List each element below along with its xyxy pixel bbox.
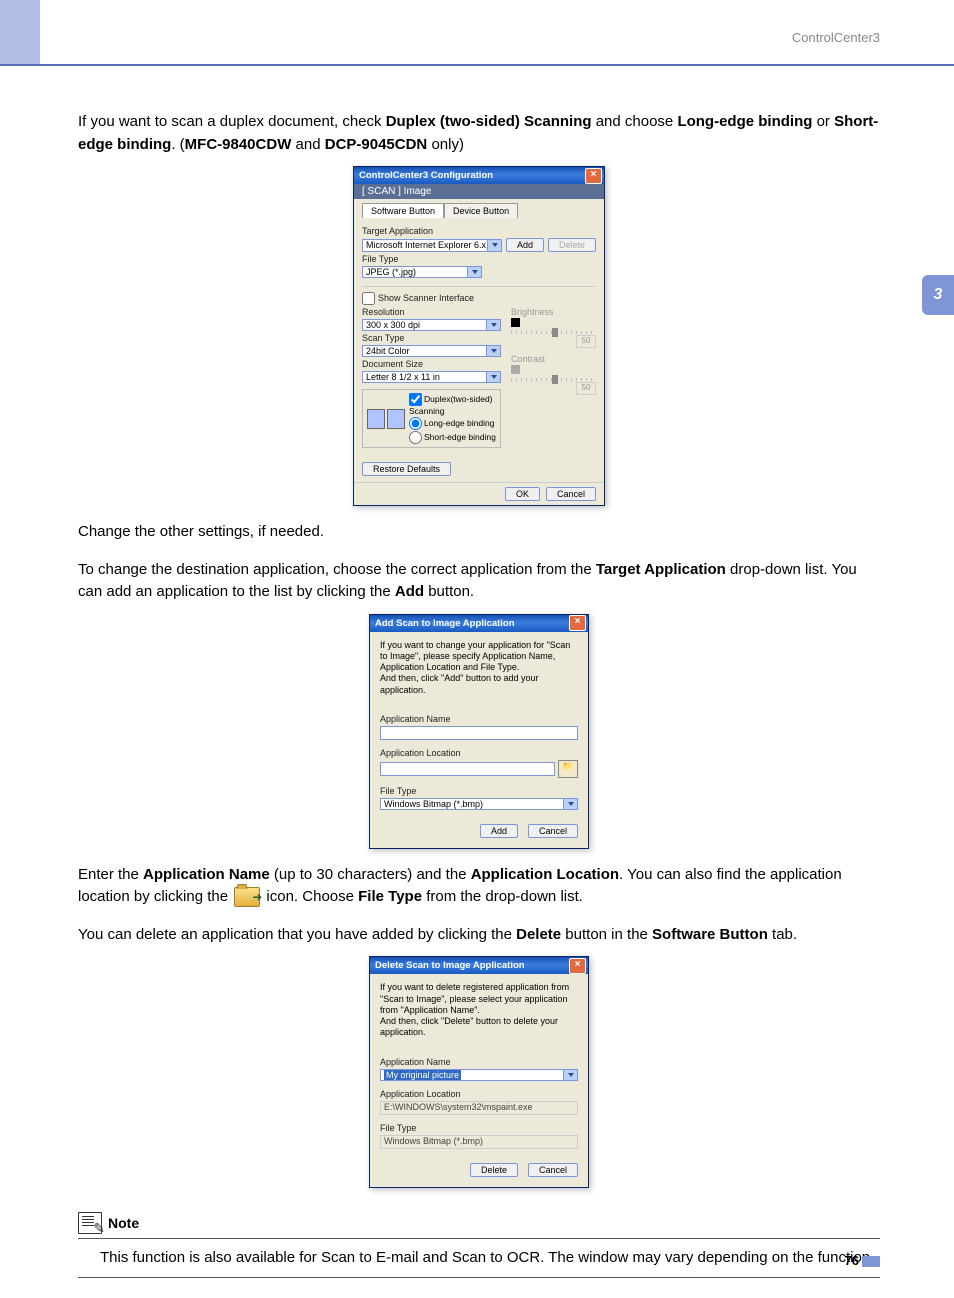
brightness-label: Brightness (511, 307, 596, 317)
delete-button[interactable]: Delete (470, 1163, 518, 1177)
app-location-label: Application Location (380, 748, 578, 758)
brightness-slider[interactable] (511, 331, 596, 334)
tab-software-button[interactable]: Software Button (362, 203, 444, 218)
config-subtitle: [ SCAN ] Image (354, 184, 604, 199)
delete-button: Delete (548, 238, 596, 252)
file-type-label: File Type (362, 254, 596, 264)
long-edge-radio[interactable]: Long-edge binding (409, 417, 496, 430)
note-icon (78, 1212, 102, 1234)
duplex-thumb-icon (367, 409, 385, 429)
sidebar-accent (0, 0, 40, 64)
file-type-value: Windows Bitmap (*.bmp) (380, 1135, 578, 1149)
note-block: Note This function is also available for… (78, 1212, 880, 1279)
file-type-label: File Type (380, 786, 578, 796)
app-name-select[interactable]: My original picture (380, 1069, 578, 1081)
app-location-value: E:\WINDOWS\system32\mspaint.exe (380, 1101, 578, 1115)
resolution-label: Resolution (362, 307, 501, 317)
scan-type-select[interactable]: 24bit Color (362, 345, 501, 357)
contrast-slider[interactable] (511, 378, 596, 381)
restore-defaults-button[interactable]: Restore Defaults (362, 462, 451, 476)
add-button[interactable]: Add (480, 824, 518, 838)
file-type-select[interactable]: JPEG (*.jpg) (362, 266, 482, 278)
chapter-tab: 3 (922, 275, 954, 315)
add-dialog-msg: If you want to change your application f… (380, 640, 578, 710)
app-name-label: Application Name (380, 714, 578, 724)
scan-type-label: Scan Type (362, 333, 501, 343)
tab-device-button[interactable]: Device Button (444, 203, 518, 218)
browse-icon[interactable]: 📁 (558, 760, 578, 778)
delete-dialog-msg: If you want to delete registered applica… (380, 982, 578, 1052)
delete-app-dialog: Delete Scan to Image Application × If yo… (369, 956, 589, 1187)
para-delete: You can delete an application that you h… (78, 924, 880, 947)
app-name-label: Application Name (380, 1057, 578, 1067)
app-location-input[interactable] (380, 762, 555, 776)
app-location-label: Application Location (380, 1089, 578, 1099)
section-header: ControlCenter3 (40, 0, 954, 64)
delete-dialog-title: Delete Scan to Image Application (375, 960, 525, 971)
cancel-button[interactable]: Cancel (546, 487, 596, 501)
para-duplex: If you want to scan a duplex document, c… (78, 111, 880, 156)
cancel-button[interactable]: Cancel (528, 1163, 578, 1177)
config-dialog-title: ControlCenter3 Configuration (359, 170, 493, 181)
close-icon[interactable]: × (585, 168, 602, 184)
config-dialog: ControlCenter3 Configuration × [ SCAN ] … (353, 166, 605, 506)
page-footer: 76 (845, 1253, 880, 1268)
add-button[interactable]: Add (506, 238, 544, 252)
add-app-dialog: Add Scan to Image Application × If you w… (369, 614, 589, 849)
doc-size-label: Document Size (362, 359, 501, 369)
target-app-label: Target Application (362, 226, 596, 236)
para-target-app: To change the destination application, c… (78, 559, 880, 604)
show-scanner-checkbox[interactable]: Show Scanner Interface (362, 292, 596, 305)
folder-icon (234, 887, 260, 907)
cancel-button[interactable]: Cancel (528, 824, 578, 838)
add-dialog-title: Add Scan to Image Application (375, 618, 515, 629)
resolution-select[interactable]: 300 x 300 dpi (362, 319, 501, 331)
target-app-select[interactable]: Microsoft Internet Explorer 6.x (362, 239, 502, 252)
file-type-label: File Type (380, 1123, 578, 1133)
close-icon[interactable]: × (569, 958, 586, 974)
close-icon[interactable]: × (569, 615, 586, 631)
para-change-settings: Change the other settings, if needed. (78, 521, 880, 544)
note-text: This function is also available for Scan… (78, 1238, 880, 1279)
note-title: Note (108, 1215, 139, 1231)
para-app-name: Enter the Application Name (up to 30 cha… (78, 864, 880, 909)
doc-size-select[interactable]: Letter 8 1/2 x 11 in (362, 371, 501, 383)
ok-button[interactable]: OK (505, 487, 540, 501)
app-name-input[interactable] (380, 726, 578, 740)
contrast-label: Contrast (511, 354, 596, 364)
duplex-checkbox[interactable]: Duplex(two-sided) Scanning (409, 393, 496, 416)
file-type-select[interactable]: Windows Bitmap (*.bmp) (380, 798, 578, 810)
duplex-thumb-icon (387, 409, 405, 429)
short-edge-radio[interactable]: Short-edge binding (409, 431, 496, 444)
